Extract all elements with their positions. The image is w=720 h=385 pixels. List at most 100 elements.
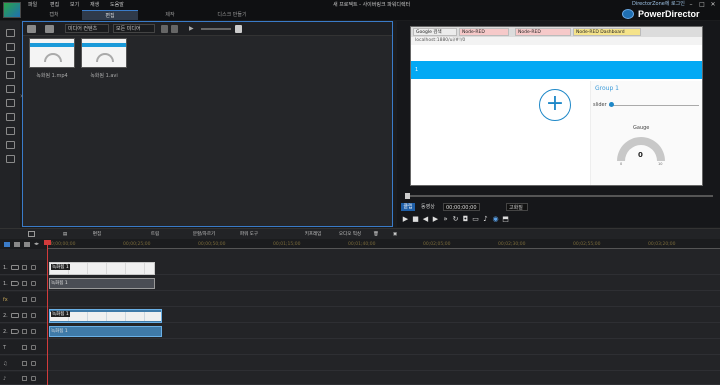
stop-icon[interactable]: ■ [412,216,419,223]
fast-forward-icon[interactable]: » [442,216,449,223]
preview-position-slider[interactable] [397,193,720,199]
menu-edit[interactable]: 편집 [50,1,59,9]
lock-icon[interactable] [31,313,36,318]
effect-room-icon[interactable] [6,43,15,51]
ruler-tick: 00;00;00;00 [48,242,76,247]
track-lane-music[interactable] [48,372,720,385]
slider-label: slider [593,102,607,108]
gauge-value: 0 [638,151,643,159]
collapse-panel-icon[interactable]: › [20,92,23,100]
browser-tab: Google 검색 [413,28,457,36]
maximize-icon[interactable]: □ [697,1,707,8]
more-icon[interactable]: ▣ [391,231,399,238]
clip-mode-button[interactable]: 클립 [401,203,415,211]
lock-icon[interactable] [31,361,36,366]
track-enable-checkbox[interactable] [22,376,27,381]
track-lane-title[interactable] [48,340,720,355]
audio-clip-selected[interactable]: 녹화됨 1 [49,326,162,337]
movie-mode-button[interactable]: 동영상 [419,203,437,211]
menu-play[interactable]: 재생 [90,1,99,9]
track-enable-checkbox[interactable] [22,329,27,334]
list-view-icon[interactable] [171,25,178,33]
menu-file[interactable]: 파일 [28,1,37,9]
track-enable-checkbox[interactable] [22,313,27,318]
voice-over-room-icon[interactable] [6,127,15,135]
volume-icon[interactable]: ♪ [482,216,489,223]
snapshot-icon[interactable]: ◘ [462,216,469,223]
trim-button[interactable]: 트림 [138,231,172,238]
3d-icon[interactable]: ◉ [492,216,499,223]
media-thumbnail-1[interactable] [29,38,75,68]
pip-room-icon[interactable] [6,57,15,65]
lock-icon[interactable] [31,281,36,286]
particle-room-icon[interactable] [6,71,15,79]
repeat-icon[interactable]: ↻ [452,216,459,223]
lock-icon[interactable] [31,297,36,302]
track-lane-fx[interactable] [48,292,720,307]
timeline-settings-icon[interactable] [28,231,35,237]
title-room-icon[interactable] [6,85,15,93]
lock-icon[interactable] [31,329,36,334]
tv-icon[interactable]: ▭ [472,216,479,223]
transition-room-icon[interactable] [6,99,15,107]
track-enable-checkbox[interactable] [22,297,27,302]
zoom-icon[interactable]: ◂▸ [34,241,39,247]
subtitle-room-icon[interactable] [6,155,15,163]
media-filter-dropdown[interactable]: 모든 미디어 [113,24,155,33]
media-thumbnail-2[interactable] [81,38,127,68]
playhead-line[interactable] [47,240,48,385]
grid-view-icon[interactable] [161,25,168,33]
preview-slider-knob[interactable] [405,193,410,199]
library-toolbar: 미디어 컨텐츠 모든 미디어 ▶ [23,22,392,36]
chapter-room-icon[interactable] [6,141,15,149]
lock-icon[interactable] [31,345,36,350]
timeline-panel: ◂▸ 00;00;00;00 00;00;25;00 00;00;50;00 0… [0,240,720,385]
track-enable-checkbox[interactable] [22,361,27,366]
subtitle-icon[interactable] [24,242,30,247]
next-frame-icon[interactable]: ▶ [432,216,439,223]
track-lane-voice[interactable] [48,356,720,371]
audio-clip[interactable]: 녹화됨 1 [49,278,155,289]
minimize-icon[interactable]: – [686,1,696,8]
edit-button[interactable]: 편집 [80,231,114,238]
video-clip-selected[interactable]: 녹화됨 1 [49,309,162,323]
storyboard-button[interactable]: ▤ [55,231,75,238]
plugin-icon[interactable] [45,25,54,33]
tab-create-disc[interactable]: 디스크 만들기 [202,10,262,20]
tab-edit[interactable]: 편집 [82,10,138,20]
tab-capture[interactable]: 캡처 [30,10,78,20]
track-enable-checkbox[interactable] [22,281,27,286]
trash-icon[interactable]: 🗑 [372,231,380,238]
close-icon[interactable]: ✕ [708,1,718,8]
directorzone-link[interactable]: DirectorZone에 로그인 [632,0,685,7]
timecode-display[interactable]: 00;00;00;00 [443,203,480,211]
tab-produce[interactable]: 제작 [142,10,198,20]
audio-mixing-button[interactable]: 오디오 믹싱 [333,231,367,238]
track-enable-checkbox[interactable] [22,265,27,270]
quality-dropdown[interactable]: 고화질 [506,203,528,211]
menu-view[interactable]: 보기 [70,1,79,9]
play-icon[interactable]: ▶ [402,216,409,223]
video-clip[interactable]: 녹화됨 1 [49,262,155,275]
lock-icon[interactable] [31,265,36,270]
power-tools-button[interactable]: 파워 도구 [232,231,266,238]
timeline-ruler[interactable]: 00;00;00;00 00;00;25;00 00;00;50;00 00;0… [48,242,720,249]
split-button[interactable]: 분할/자르기 [184,231,224,238]
keyframe-button[interactable]: 키프레임 [296,231,330,238]
menu-help[interactable]: 도움말 [110,1,124,9]
clip-label: 녹화됨 1 [51,329,68,334]
track-enable-checkbox[interactable] [22,345,27,350]
thumbnail-size-slider[interactable] [201,28,231,30]
import-media-icon[interactable] [27,25,36,33]
media-room-icon[interactable] [6,29,15,37]
media-type-dropdown[interactable]: 미디어 컨텐츠 [65,24,109,33]
play-icon[interactable]: ▶ [189,25,194,32]
lock-icon[interactable] [31,376,36,381]
audio-mixing-room-icon[interactable] [6,113,15,121]
chapter-icon[interactable] [14,242,20,247]
track-manager-icon[interactable] [4,242,10,247]
thumbnail-large-icon[interactable] [235,25,242,33]
timeline-toolbar: ▤ 편집 트림 분할/자르기 파워 도구 키프레임 오디오 믹싱 🗑 ▣ [0,228,720,239]
previous-frame-icon[interactable]: ◀ [422,216,429,223]
undock-icon[interactable]: ⬒ [502,216,509,223]
